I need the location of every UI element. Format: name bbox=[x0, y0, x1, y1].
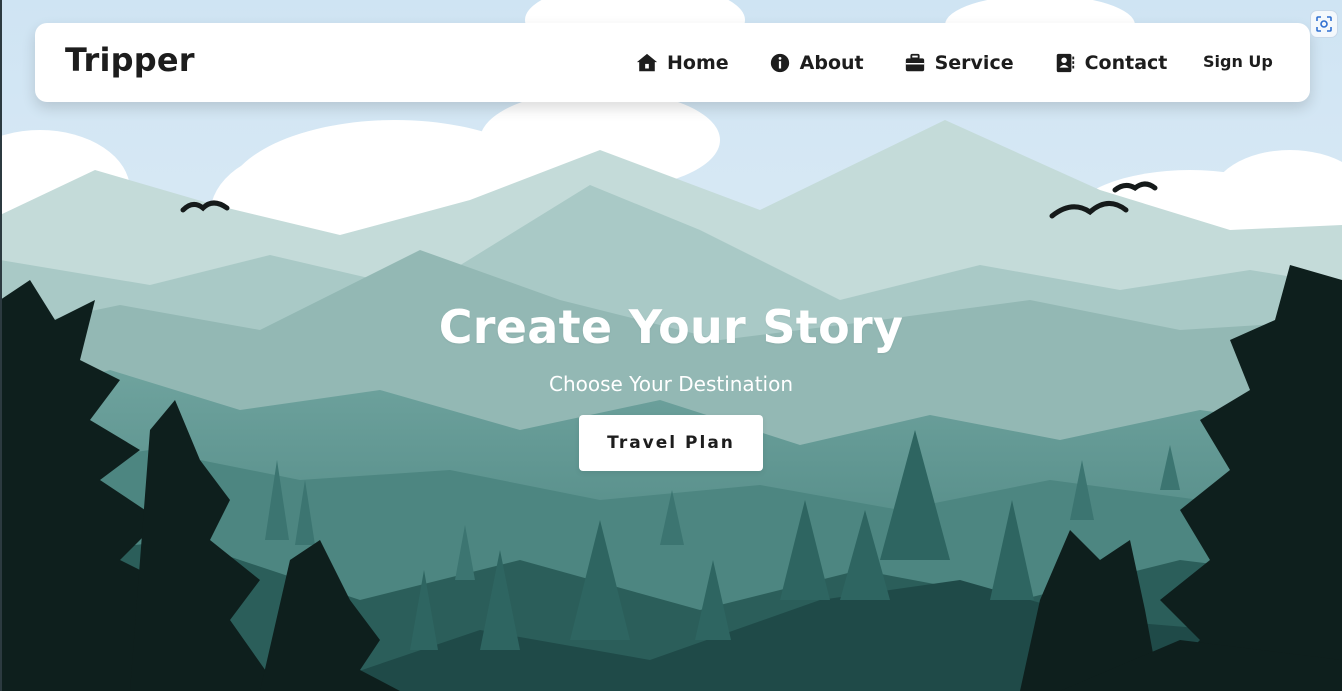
contact-book-icon bbox=[1054, 52, 1076, 74]
nav-item-about[interactable]: About bbox=[769, 52, 864, 74]
hero-subtitle: Choose Your Destination bbox=[548, 372, 793, 396]
nav-item-contact[interactable]: Contact bbox=[1054, 51, 1168, 74]
page-frame: Tripper Home About Service Contact Sign … bbox=[0, 0, 1342, 691]
info-icon bbox=[769, 52, 791, 74]
brand-logo[interactable]: Tripper bbox=[65, 41, 195, 79]
nav-item-service-label: Service bbox=[934, 51, 1014, 74]
screen-capture-icon bbox=[1316, 16, 1332, 32]
hero-title: Create Your Story bbox=[438, 300, 904, 354]
travel-plan-button[interactable]: Travel Plan bbox=[579, 415, 763, 471]
nav-item-home[interactable]: Home bbox=[636, 52, 729, 74]
nav-item-service[interactable]: Service bbox=[904, 52, 1014, 74]
hero-section: Create Your Story Choose Your Destinatio… bbox=[0, 300, 1342, 471]
screen-capture-button[interactable] bbox=[1310, 10, 1338, 38]
navbar: Tripper Home About Service Contact Sign … bbox=[35, 23, 1310, 102]
home-icon bbox=[636, 52, 658, 74]
briefcase-icon bbox=[904, 52, 926, 74]
nav-links: Home About Service Contact bbox=[636, 23, 1167, 102]
nav-item-contact-label: Contact bbox=[1084, 51, 1168, 74]
nav-item-about-label: About bbox=[799, 51, 864, 74]
nav-item-home-label: Home bbox=[667, 51, 729, 74]
signup-link[interactable]: Sign Up bbox=[1203, 52, 1273, 71]
